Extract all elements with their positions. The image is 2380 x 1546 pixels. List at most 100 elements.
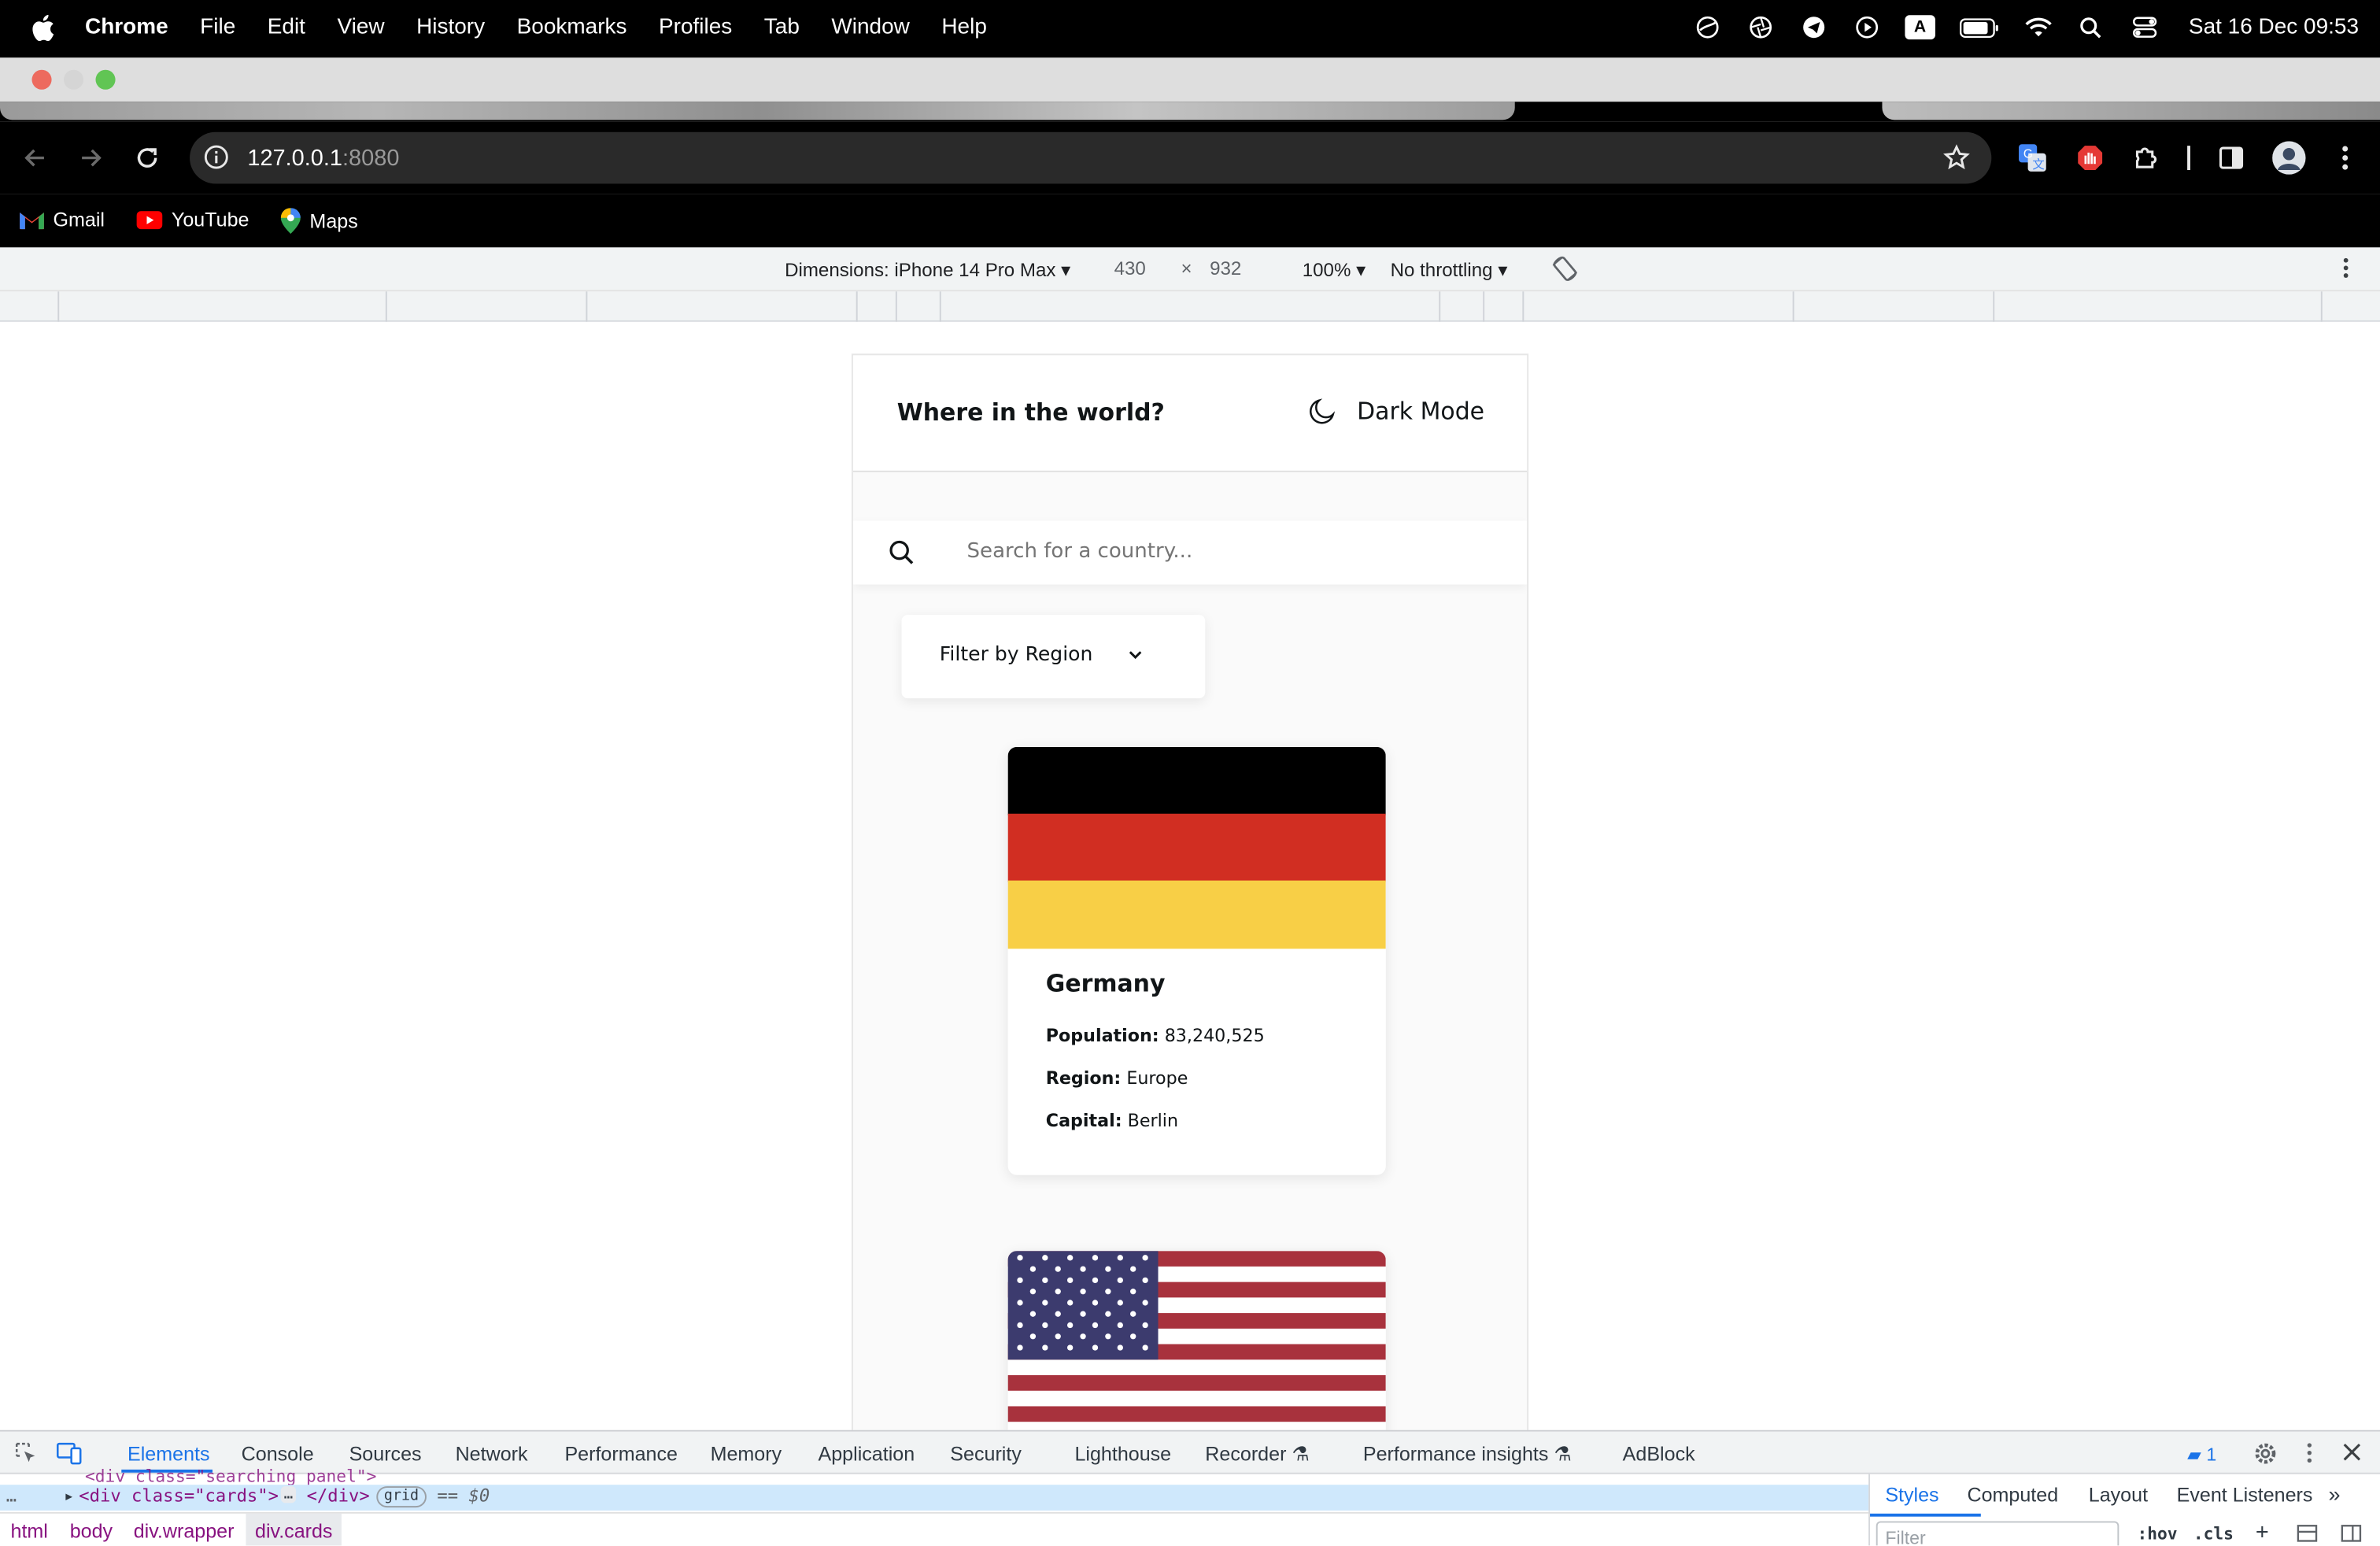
- menu-window[interactable]: Window: [831, 15, 909, 39]
- media-query-segment[interactable]: [1522, 291, 1524, 322]
- country-card[interactable]: Germany Population: 83,240,525 Region: E…: [1007, 746, 1386, 1175]
- device-width-input[interactable]: 430: [1114, 258, 1146, 279]
- zoom-select[interactable]: 100% ▾: [1303, 258, 1366, 281]
- menu-file[interactable]: File: [200, 15, 235, 39]
- hov-toggle[interactable]: :hov: [2137, 1524, 2177, 1544]
- issues-badge[interactable]: ▰ 1: [2187, 1444, 2216, 1465]
- search-field[interactable]: Search for a country...: [852, 520, 1528, 585]
- cls-toggle[interactable]: .cls: [2193, 1524, 2234, 1544]
- dark-mode-toggle[interactable]: Dark Mode: [1308, 398, 1484, 425]
- media-query-segment[interactable]: [856, 291, 858, 322]
- media-query-segment[interactable]: [57, 291, 60, 322]
- browser-tab[interactable]: [0, 102, 1515, 120]
- media-query-segment[interactable]: [895, 291, 897, 322]
- device-toolbar-toggle-icon[interactable]: [56, 1441, 83, 1470]
- menu-profiles[interactable]: Profiles: [659, 15, 732, 39]
- media-query-segment[interactable]: [1439, 291, 1441, 322]
- control-center-icon[interactable]: [2130, 12, 2160, 43]
- menu-history[interactable]: History: [416, 15, 485, 39]
- menu-help[interactable]: Help: [941, 15, 987, 39]
- telegram-status-icon[interactable]: [1798, 12, 1829, 43]
- translate-extension-icon[interactable]: G文: [2017, 142, 2048, 173]
- region-filter-dropdown[interactable]: Filter by Region: [901, 615, 1206, 699]
- back-arrow-icon[interactable]: [20, 142, 50, 173]
- address-bar[interactable]: 127.0.0.1:8080: [190, 131, 1992, 184]
- tab-security[interactable]: Security: [950, 1442, 1022, 1465]
- battery-icon[interactable]: [1958, 12, 2001, 43]
- styles-filter-input[interactable]: Filter: [1876, 1521, 2119, 1546]
- menu-app-name[interactable]: Chrome: [85, 15, 168, 39]
- menu-edit[interactable]: Edit: [268, 15, 305, 39]
- sidebar-toggle-icon[interactable]: [2341, 1524, 2362, 1545]
- bookmark-maps[interactable]: Maps: [280, 208, 358, 235]
- breadcrumb-html[interactable]: html: [11, 1520, 48, 1543]
- rotate-device-icon[interactable]: [1550, 253, 1580, 288]
- computed-styles-toggle-icon[interactable]: [2297, 1524, 2318, 1545]
- tab-performance-insights[interactable]: Performance insights ⚗: [1363, 1442, 1572, 1466]
- side-panel-icon[interactable]: [2216, 142, 2247, 173]
- extensions-puzzle-icon[interactable]: [2131, 142, 2162, 173]
- devtools-more-icon[interactable]: [2306, 1442, 2314, 1468]
- input-source-icon[interactable]: A: [1905, 12, 1935, 43]
- device-toolbar-more-icon[interactable]: [2342, 257, 2350, 284]
- media-query-segment[interactable]: [385, 291, 387, 322]
- menu-bookmarks[interactable]: Bookmarks: [517, 15, 627, 39]
- media-query-segment[interactable]: [1483, 291, 1485, 322]
- bookmark-star-icon[interactable]: [1943, 144, 1971, 177]
- expand-triangle-icon[interactable]: ▸: [64, 1485, 74, 1506]
- forward-arrow-icon[interactable]: [76, 142, 106, 173]
- media-query-segment[interactable]: [1993, 291, 1995, 322]
- breadcrumb-div-cards[interactable]: div.cards: [246, 1513, 342, 1546]
- tab-performance[interactable]: Performance: [564, 1442, 678, 1465]
- apple-logo-icon[interactable]: [31, 13, 55, 43]
- site-info-icon[interactable]: [203, 144, 229, 176]
- tab-styles[interactable]: Styles: [1885, 1483, 1938, 1506]
- vpn-status-icon[interactable]: [1692, 12, 1723, 43]
- device-dimensions-select[interactable]: Dimensions: iPhone 14 Pro Max ▾: [785, 258, 1070, 281]
- more-tabs-chevron-icon[interactable]: »: [2328, 1481, 2340, 1506]
- reload-icon[interactable]: [132, 142, 163, 173]
- tab-console[interactable]: Console: [242, 1442, 314, 1465]
- zoom-window-button[interactable]: [95, 69, 116, 90]
- menubar-clock[interactable]: Sat 16 Dec 09:53: [2189, 15, 2359, 39]
- inspect-element-icon[interactable]: [13, 1441, 38, 1470]
- adblock-extension-icon[interactable]: [2075, 142, 2105, 173]
- search-input[interactable]: Search for a country...: [967, 539, 1193, 564]
- media-query-segment[interactable]: [1792, 291, 1794, 322]
- chrome-menu-icon[interactable]: [2330, 142, 2360, 173]
- play-status-icon[interactable]: [1852, 12, 1883, 43]
- breadcrumb-div-wrapper[interactable]: div.wrapper: [134, 1520, 235, 1543]
- dom-node-partial[interactable]: <div class="searching_panel">: [85, 1466, 376, 1486]
- tab-application[interactable]: Application: [819, 1442, 915, 1465]
- close-devtools-icon[interactable]: [2342, 1442, 2362, 1466]
- dom-row-ellipsis-icon[interactable]: …: [6, 1485, 17, 1506]
- tab-layout[interactable]: Layout: [2089, 1483, 2148, 1506]
- menu-view[interactable]: View: [337, 15, 384, 39]
- tab-lighthouse[interactable]: Lighthouse: [1074, 1442, 1171, 1465]
- minimize-window-button[interactable]: [64, 69, 84, 90]
- media-query-segment[interactable]: [939, 291, 941, 322]
- tab-sources[interactable]: Sources: [349, 1442, 422, 1465]
- breadcrumb-body[interactable]: body: [70, 1520, 113, 1543]
- close-window-button[interactable]: [31, 69, 52, 90]
- tab-computed[interactable]: Computed: [1967, 1483, 2058, 1506]
- menu-tab[interactable]: Tab: [764, 15, 800, 39]
- new-rule-plus-icon[interactable]: +: [2256, 1520, 2269, 1546]
- tab-memory[interactable]: Memory: [711, 1442, 782, 1465]
- tab-elements[interactable]: Elements: [128, 1442, 210, 1465]
- tab-network[interactable]: Network: [456, 1442, 528, 1465]
- dom-node-selected[interactable]: … ▸ <div class="cards"> … </div> grid ==…: [0, 1485, 1869, 1511]
- tab-recorder[interactable]: Recorder ⚗: [1205, 1442, 1310, 1466]
- wifi-icon[interactable]: [2023, 12, 2054, 43]
- spotlight-search-icon[interactable]: [2076, 12, 2107, 43]
- profile-avatar[interactable]: [2272, 141, 2306, 175]
- settings-gear-icon[interactable]: [2252, 1441, 2278, 1471]
- dom-node-ellipsis[interactable]: …: [280, 1486, 297, 1503]
- country-card[interactable]: [1007, 1251, 1386, 1446]
- media-query-segment[interactable]: [2320, 291, 2323, 322]
- aperture-status-icon[interactable]: [1746, 12, 1776, 43]
- bookmark-gmail[interactable]: Gmail: [20, 208, 105, 231]
- device-height-input[interactable]: 932: [1210, 258, 1241, 279]
- tab-event-listeners[interactable]: Event Listeners: [2177, 1483, 2313, 1506]
- browser-tab-inactive[interactable]: [1882, 102, 2380, 120]
